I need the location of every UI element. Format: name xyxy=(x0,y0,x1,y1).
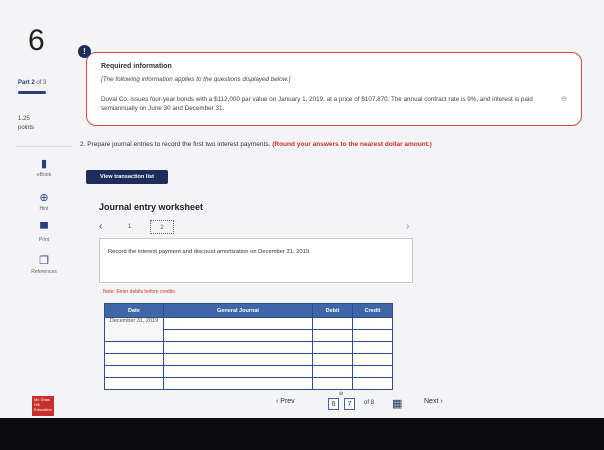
date-cell[interactable] xyxy=(104,341,164,354)
table-row xyxy=(104,365,393,378)
lifebuoy-icon: ⊕ xyxy=(39,192,49,204)
page-count: of 8 xyxy=(364,400,375,406)
date-cell[interactable] xyxy=(104,365,164,378)
next-label: Next xyxy=(424,398,439,405)
part-of: of 3 xyxy=(36,80,47,86)
part-label: Part 2 xyxy=(18,80,35,86)
account-cell[interactable] xyxy=(163,353,313,366)
col-general-journal: General Journal xyxy=(163,303,313,318)
references-icon: ❐ xyxy=(39,255,49,267)
col-debit: Debit xyxy=(312,303,353,318)
prompt-emphasis: (Round your answers to the nearest dolla… xyxy=(272,141,432,148)
debit-cell[interactable] xyxy=(312,377,353,390)
debit-cell[interactable] xyxy=(312,365,353,378)
next-button[interactable]: Next › xyxy=(424,398,443,405)
chevron-left-icon[interactable]: ‹ xyxy=(99,221,102,232)
link-icon: ⊖ xyxy=(339,391,344,397)
chevron-right-icon[interactable]: › xyxy=(406,221,409,232)
required-info-intro: [The following information applies to th… xyxy=(101,76,291,83)
credit-cell[interactable] xyxy=(352,317,393,330)
print-label: Print xyxy=(38,237,50,243)
points-unit: points xyxy=(18,125,35,131)
hint-tool[interactable]: ⊕ Hint xyxy=(22,192,66,212)
account-cell[interactable] xyxy=(163,341,313,354)
print-tool[interactable]: ▀ Print xyxy=(22,223,66,243)
grid-icon[interactable]: ▦ xyxy=(392,398,402,410)
account-cell[interactable] xyxy=(163,329,313,342)
question-prompt: 2. Prepare journal entries to record the… xyxy=(80,141,432,148)
date-cell[interactable]: December 31, 2019 xyxy=(104,317,164,342)
collapse-icon[interactable]: ⊖ xyxy=(561,95,567,103)
account-cell[interactable] xyxy=(163,317,313,330)
assignment-screen: 6 Part 2 of 3 1.25 points ▮ eBook ⊕ Hint… xyxy=(0,0,604,418)
account-cell[interactable] xyxy=(163,377,313,390)
col-date: Date xyxy=(104,303,164,318)
table-row: December 31, 2019 xyxy=(104,317,393,342)
credit-cell[interactable] xyxy=(352,365,393,378)
table-row xyxy=(104,341,393,354)
debit-cell[interactable] xyxy=(312,329,353,342)
worksheet-instruction-box: Record the interest payment and discount… xyxy=(99,238,413,283)
required-info-title: Required information xyxy=(101,63,172,70)
worksheet-note: Note: Enter debits before credits. xyxy=(103,289,177,295)
question-number: 6 xyxy=(28,24,45,57)
part-indicator: Part 2 of 3 xyxy=(18,80,46,86)
table-row xyxy=(104,353,393,366)
ebook-label: eBook xyxy=(36,172,52,178)
prev-button[interactable]: ‹ Prev xyxy=(276,398,295,405)
part-progress-bar xyxy=(18,91,46,94)
debit-cell[interactable] xyxy=(312,341,353,354)
prompt-text: 2. Prepare journal entries to record the… xyxy=(80,141,271,148)
page-6-button[interactable]: 6 xyxy=(328,398,339,410)
required-info-body: Duval Co. issues four-year bonds with a … xyxy=(101,96,533,112)
col-credit: Credit xyxy=(352,303,393,318)
references-tool[interactable]: ❐ References xyxy=(22,255,66,275)
references-label: References xyxy=(31,269,57,275)
page-7-button[interactable]: 7 xyxy=(344,398,355,410)
worksheet-step-1[interactable]: 1 xyxy=(128,224,131,230)
date-cell[interactable] xyxy=(104,353,164,366)
credit-cell[interactable] xyxy=(352,377,393,390)
mcgraw-hill-logo: Mc Graw Hill Education xyxy=(32,396,54,416)
debit-cell[interactable] xyxy=(312,353,353,366)
book-icon: ▮ xyxy=(40,158,48,170)
ebook-tool[interactable]: ▮ eBook xyxy=(22,158,66,178)
side-divider xyxy=(16,146,72,147)
hint-label: Hint xyxy=(39,206,49,212)
points-value: 1.25 points xyxy=(18,115,34,133)
view-transaction-list-button[interactable]: View transaction list xyxy=(86,170,168,184)
credit-cell[interactable] xyxy=(352,341,393,354)
monitor-bezel xyxy=(0,418,604,450)
credit-cell[interactable] xyxy=(352,353,393,366)
debit-cell[interactable] xyxy=(312,317,353,330)
required-info-box: Required information [The following info… xyxy=(86,52,582,126)
points-number: 1.25 xyxy=(18,116,30,122)
credit-cell[interactable] xyxy=(352,329,393,342)
worksheet-step-2[interactable]: 2 xyxy=(150,220,174,234)
prev-label: Prev xyxy=(280,398,295,405)
date-cell[interactable] xyxy=(104,377,164,390)
chevron-right-icon: › xyxy=(438,398,443,405)
journal-table: Date General Journal Debit Credit Decemb… xyxy=(104,303,393,390)
table-row xyxy=(104,377,393,390)
printer-icon: ▀ xyxy=(40,223,48,235)
account-cell[interactable] xyxy=(163,365,313,378)
alert-icon: ! xyxy=(78,45,91,58)
worksheet-instruction: Record the interest payment and discount… xyxy=(108,249,311,255)
worksheet-title: Journal entry worksheet xyxy=(99,202,204,212)
